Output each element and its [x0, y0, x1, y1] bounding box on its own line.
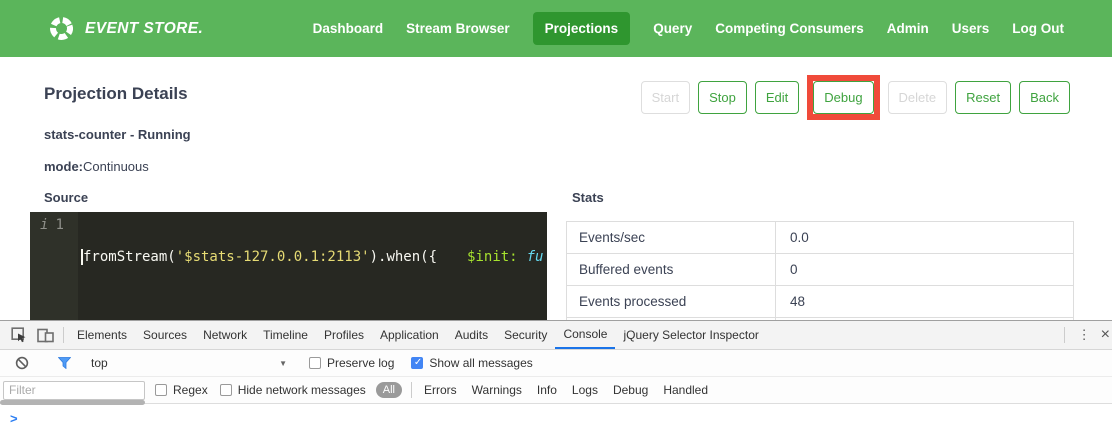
tab-console[interactable]: Console: [555, 321, 615, 349]
delete-button[interactable]: Delete: [888, 81, 948, 114]
checkbox-unchecked[interactable]: [220, 384, 232, 396]
source-code-editor[interactable]: i 1 fromStream('$stats-127.0.0.1:2113').…: [30, 212, 547, 320]
hide-network-messages-checkbox[interactable]: Hide network messages: [220, 383, 366, 397]
table-row: Events processed 48: [567, 286, 1073, 318]
level-warnings[interactable]: Warnings: [472, 383, 522, 397]
execution-context-selector[interactable]: top ▼: [91, 356, 287, 370]
edit-button[interactable]: Edit: [755, 81, 799, 114]
table-row: Events/sec 0.0: [567, 222, 1073, 254]
checkbox-unchecked[interactable]: [309, 357, 321, 369]
stat-value: 48: [776, 286, 1073, 317]
inspect-element-icon[interactable]: [6, 322, 32, 348]
chevron-down-icon: ▼: [279, 359, 287, 368]
divider: [411, 382, 412, 398]
divider: [63, 327, 64, 343]
code-token: fromStream(: [83, 249, 176, 265]
stop-button[interactable]: Stop: [698, 81, 747, 114]
console-input-area[interactable]: >: [0, 404, 1112, 440]
code-token-keyword: $init:: [467, 249, 518, 265]
stats-heading: Stats: [572, 190, 604, 205]
nav-item-users[interactable]: Users: [952, 21, 990, 36]
code-line-1: fromStream('$stats-127.0.0.1:2113').when…: [81, 246, 547, 267]
main-nav: Dashboard Stream Browser Projections Que…: [313, 12, 1064, 45]
code-token-function: fu: [527, 249, 544, 265]
tab-sources[interactable]: Sources: [135, 321, 195, 349]
filter-levels: Errors Warnings Info Logs Debug Handled: [424, 383, 708, 397]
devtools-menu-icon[interactable]: ⋮: [1070, 327, 1099, 343]
nav-item-projections[interactable]: Projections: [533, 12, 631, 45]
screen: EVENT STORE. Dashboard Stream Browser Pr…: [0, 0, 1112, 440]
line-number: 1: [55, 217, 63, 233]
tab-security[interactable]: Security: [496, 321, 555, 349]
gutter-info-marker: i: [40, 217, 48, 233]
stat-value: 0: [776, 254, 1073, 285]
context-value: top: [91, 356, 279, 370]
tab-network[interactable]: Network: [195, 321, 255, 349]
tab-elements[interactable]: Elements: [69, 321, 135, 349]
nav-item-query[interactable]: Query: [653, 21, 692, 36]
clear-console-icon[interactable]: [9, 350, 35, 376]
preserve-log-checkbox[interactable]: Preserve log: [309, 356, 394, 370]
navbar: EVENT STORE. Dashboard Stream Browser Pr…: [0, 0, 1112, 57]
level-debug[interactable]: Debug: [613, 383, 648, 397]
filter-all-pill[interactable]: All: [376, 382, 402, 398]
checkbox-checked[interactable]: [411, 357, 423, 369]
brand-link[interactable]: EVENT STORE.: [48, 15, 203, 42]
checkbox-unchecked[interactable]: [155, 384, 167, 396]
horizontal-scrollbar-thumb[interactable]: [0, 400, 145, 405]
regex-checkbox[interactable]: Regex: [155, 383, 208, 397]
code-token-string: '$stats-127.0.0.1:2113': [176, 249, 370, 265]
tab-jquery-selector-inspector[interactable]: jQuery Selector Inspector: [615, 321, 766, 349]
console-filter-bar: Regex Hide network messages All Errors W…: [0, 377, 1112, 404]
stat-value: 0.0: [776, 222, 1073, 253]
nav-item-competing-consumers[interactable]: Competing Consumers: [715, 21, 864, 36]
editor-gutter: i 1: [30, 212, 78, 320]
tab-profiles[interactable]: Profiles: [316, 321, 372, 349]
devtools-close-icon[interactable]: ×: [1099, 326, 1112, 344]
start-button[interactable]: Start: [641, 81, 690, 114]
debug-highlight-annotation: Debug: [807, 75, 879, 120]
level-errors[interactable]: Errors: [424, 383, 457, 397]
eventstore-logo-icon: [48, 15, 75, 42]
filter-funnel-icon[interactable]: [51, 350, 77, 376]
devtools-tabbar: Elements Sources Network Timeline Profil…: [0, 321, 1112, 350]
nav-item-log-out[interactable]: Log Out: [1012, 21, 1064, 36]
mode-value: Continuous: [83, 159, 149, 174]
stat-label: Events processed: [567, 286, 776, 317]
show-all-messages-checkbox[interactable]: Show all messages: [411, 356, 532, 370]
console-toolbar: top ▼ Preserve log Show all messages: [0, 350, 1112, 377]
device-toolbar-icon[interactable]: [32, 322, 58, 348]
tab-timeline[interactable]: Timeline: [255, 321, 316, 349]
stat-label: Buffered events: [567, 254, 776, 285]
mode-line: mode:Continuous: [44, 159, 149, 174]
stat-label: Events/sec: [567, 222, 776, 253]
tab-application[interactable]: Application: [372, 321, 447, 349]
level-logs[interactable]: Logs: [572, 383, 598, 397]
source-heading: Source: [44, 190, 88, 205]
code-token: ).when({: [370, 249, 437, 265]
nav-item-stream-browser[interactable]: Stream Browser: [406, 21, 510, 36]
page-title: Projection Details: [44, 84, 188, 104]
table-row: Buffered events 0: [567, 254, 1073, 286]
nav-item-dashboard[interactable]: Dashboard: [313, 21, 384, 36]
divider: [1064, 327, 1065, 343]
projection-status: stats-counter - Running: [44, 127, 191, 142]
level-handled[interactable]: Handled: [663, 383, 708, 397]
devtools-panel: Elements Sources Network Timeline Profil…: [0, 320, 1112, 440]
action-buttons: Start Stop Edit Debug Delete Reset Back: [641, 71, 1070, 123]
mode-label: mode:: [44, 159, 83, 174]
back-button[interactable]: Back: [1019, 81, 1070, 114]
console-prompt-chevron: >: [10, 411, 18, 426]
debug-button[interactable]: Debug: [813, 81, 873, 114]
stats-table: Events/sec 0.0 Buffered events 0 Events …: [566, 221, 1074, 320]
reset-button[interactable]: Reset: [955, 81, 1011, 114]
tab-audits[interactable]: Audits: [447, 321, 496, 349]
brand-text: EVENT STORE.: [85, 20, 203, 38]
code-area[interactable]: fromStream('$stats-127.0.0.1:2113').when…: [78, 212, 547, 320]
level-info[interactable]: Info: [537, 383, 557, 397]
nav-item-admin[interactable]: Admin: [887, 21, 929, 36]
filter-input[interactable]: [3, 381, 145, 400]
